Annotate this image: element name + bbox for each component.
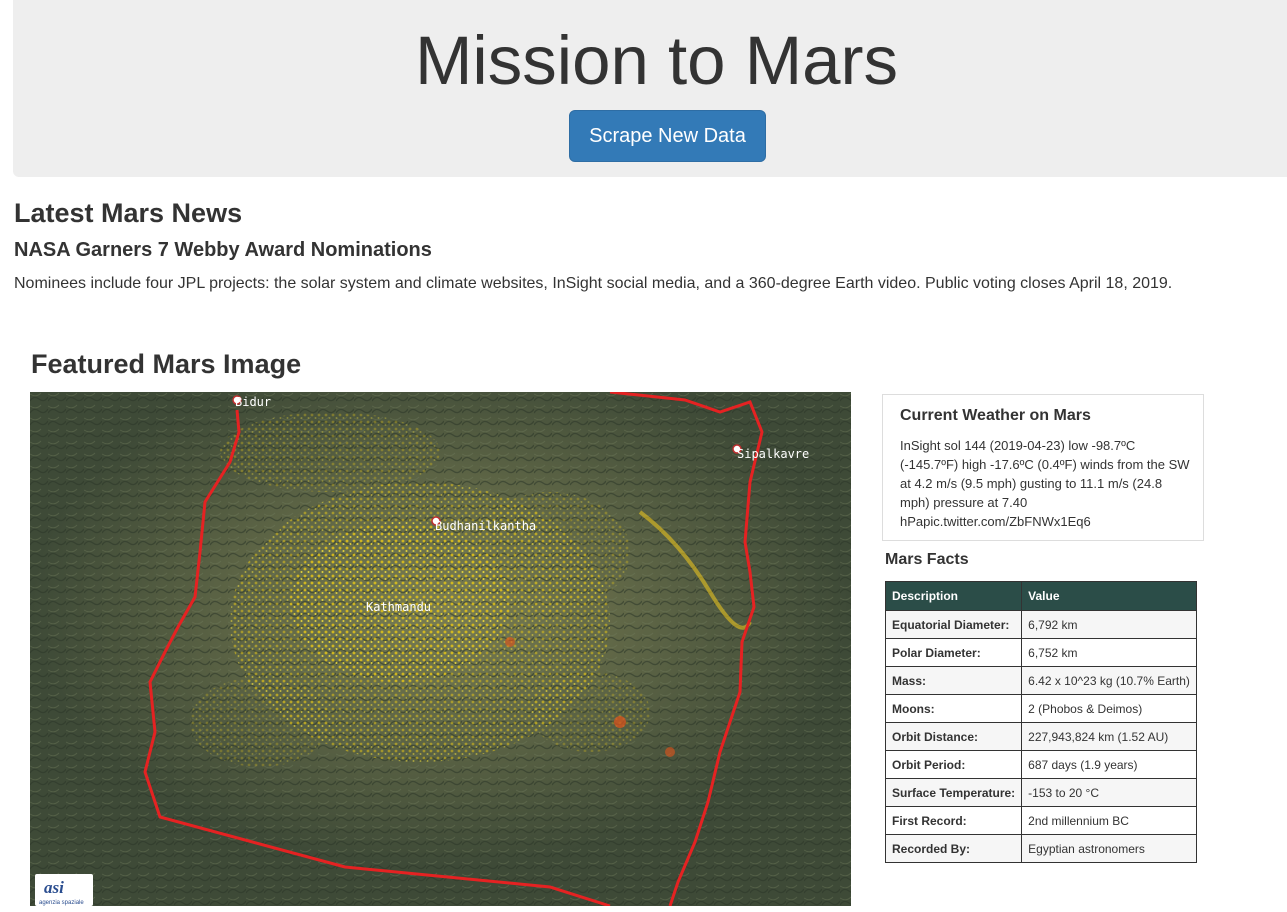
- fact-label: Surface Temperature:: [884, 778, 1023, 807]
- table-row: Recorded By: Egyptian astronomers: [884, 834, 1197, 863]
- fact-value: Egyptian astronomers: [1021, 834, 1197, 863]
- weather-text: InSight sol 144 (2019-04-23) low -98.7ºC…: [900, 438, 1190, 529]
- fact-value: 227,943,824 km (1.52 AU): [1021, 722, 1197, 751]
- table-row: First Record: 2nd millennium BC: [884, 806, 1197, 835]
- fact-label: Recorded By:: [884, 834, 1023, 863]
- fact-label: Equatorial Diameter:: [884, 610, 1023, 639]
- fact-label: Orbit Distance:: [884, 722, 1023, 751]
- fact-value: 687 days (1.9 years): [1021, 750, 1197, 779]
- news-paragraph: Nominees include four JPL projects: the …: [14, 275, 1173, 292]
- fact-value: 6.42 x 10^23 kg (10.7% Earth): [1021, 666, 1197, 695]
- fact-value: 2 (Phobos & Deimos): [1021, 694, 1197, 723]
- fact-value: -153 to 20 °C: [1021, 778, 1197, 807]
- weather-panel: Current Weather on Mars InSight sol 144 …: [882, 394, 1204, 541]
- facts-column-header: Description: [884, 581, 1023, 611]
- fact-label: Orbit Period:: [884, 750, 1023, 779]
- map-label-kathmandu: Kathmandu: [366, 600, 431, 614]
- table-row: Equatorial Diameter: 6,792 km: [884, 610, 1197, 639]
- map-label-sipalkavre: Sipalkavre: [737, 447, 809, 461]
- facts-column-header: Value: [1021, 581, 1197, 611]
- fact-label: Moons:: [884, 694, 1023, 723]
- table-row: Orbit Period: 687 days (1.9 years): [884, 750, 1197, 779]
- fact-value: 2nd millennium BC: [1021, 806, 1197, 835]
- fact-value: 6,752 km: [1021, 638, 1197, 667]
- fact-value: 6,792 km: [1021, 610, 1197, 639]
- fact-label: Mass:: [884, 666, 1023, 695]
- table-row: Moons: 2 (Phobos & Deimos): [884, 694, 1197, 723]
- table-row: Surface Temperature: -153 to 20 °C: [884, 778, 1197, 807]
- weather-heading: Current Weather on Mars: [900, 407, 1091, 424]
- header-jumbotron: Mission to Mars Scrape New Data: [13, 0, 1287, 177]
- asi-logo-text: asi: [44, 878, 64, 897]
- scrape-new-data-button[interactable]: Scrape New Data: [569, 110, 766, 162]
- table-row: Mass: 6.42 x 10^23 kg (10.7% Earth): [884, 666, 1197, 695]
- featured-image-heading: Featured Mars Image: [31, 349, 302, 379]
- featured-image-map: Bidur Sipalkavre Budhanilkantha Kathmand…: [30, 392, 851, 906]
- asi-logo-caption: agenzia spaziale: [39, 900, 84, 906]
- mars-facts-table: Description Value Equatorial Diameter: 6,…: [884, 581, 1197, 863]
- map-label-budhanilkantha: Budhanilkantha: [435, 519, 536, 533]
- fact-label: Polar Diameter:: [884, 638, 1023, 667]
- table-row: Polar Diameter: 6,752 km: [884, 638, 1197, 667]
- table-row: Orbit Distance: 227,943,824 km (1.52 AU): [884, 722, 1197, 751]
- page-title: Mission to Mars: [414, 22, 899, 99]
- featured-mars-image[interactable]: Bidur Sipalkavre Budhanilkantha Kathmand…: [30, 392, 851, 906]
- fact-label: First Record:: [884, 806, 1023, 835]
- mars-facts-heading: Mars Facts: [885, 551, 969, 568]
- news-title: NASA Garners 7 Webby Award Nominations: [14, 239, 432, 261]
- map-label-bidur: Bidur: [235, 395, 271, 409]
- news-heading: Latest Mars News: [14, 198, 243, 228]
